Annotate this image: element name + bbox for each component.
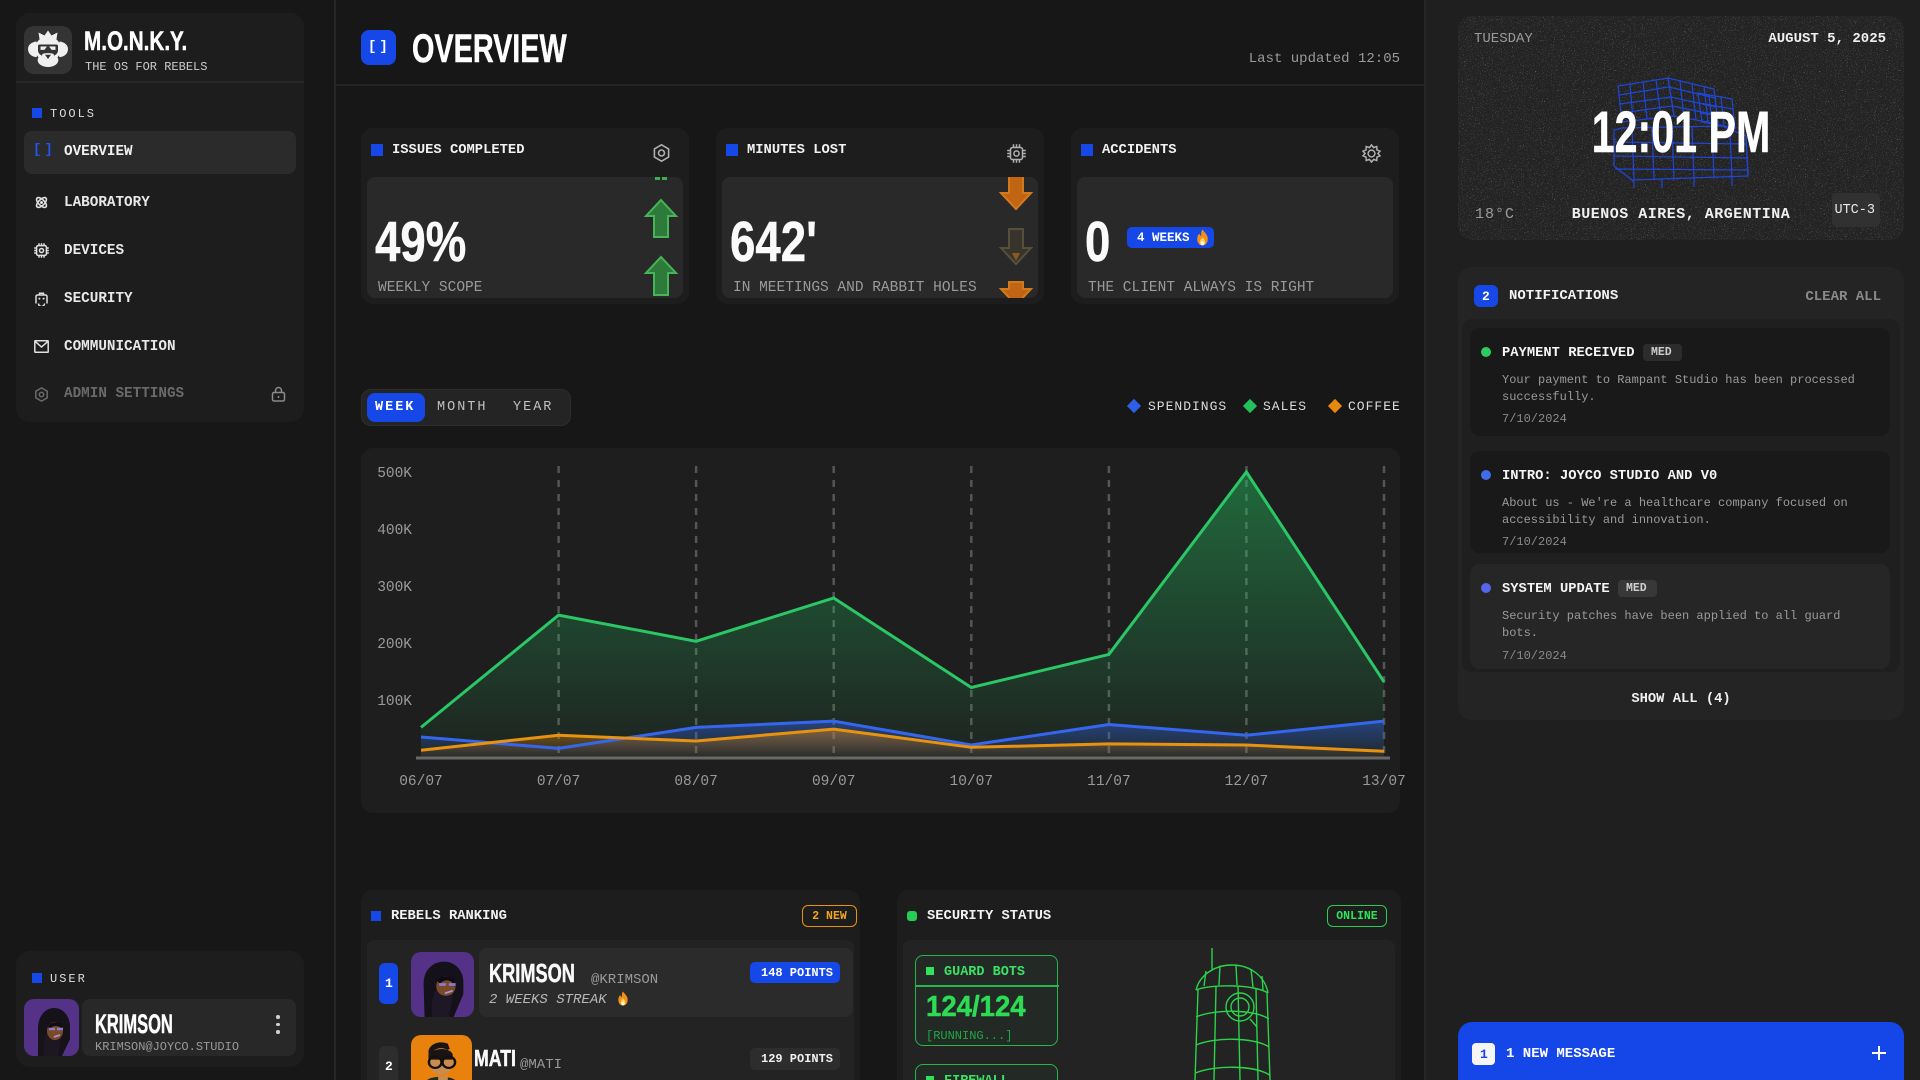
svg-text:300K: 300K [377,580,412,596]
svg-text:13/07: 13/07 [1362,774,1406,790]
svg-text:08/07: 08/07 [674,774,718,790]
svg-text:09/07: 09/07 [812,774,856,790]
svg-text:200K: 200K [377,637,412,653]
svg-text:500K: 500K [377,466,412,482]
svg-text:06/07: 06/07 [399,774,443,790]
svg-text:07/07: 07/07 [537,774,581,790]
svg-text:400K: 400K [377,523,412,539]
svg-text:100K: 100K [377,694,412,710]
svg-text:12/07: 12/07 [1225,774,1269,790]
svg-text:10/07: 10/07 [950,774,994,790]
svg-text:11/07: 11/07 [1087,774,1131,790]
